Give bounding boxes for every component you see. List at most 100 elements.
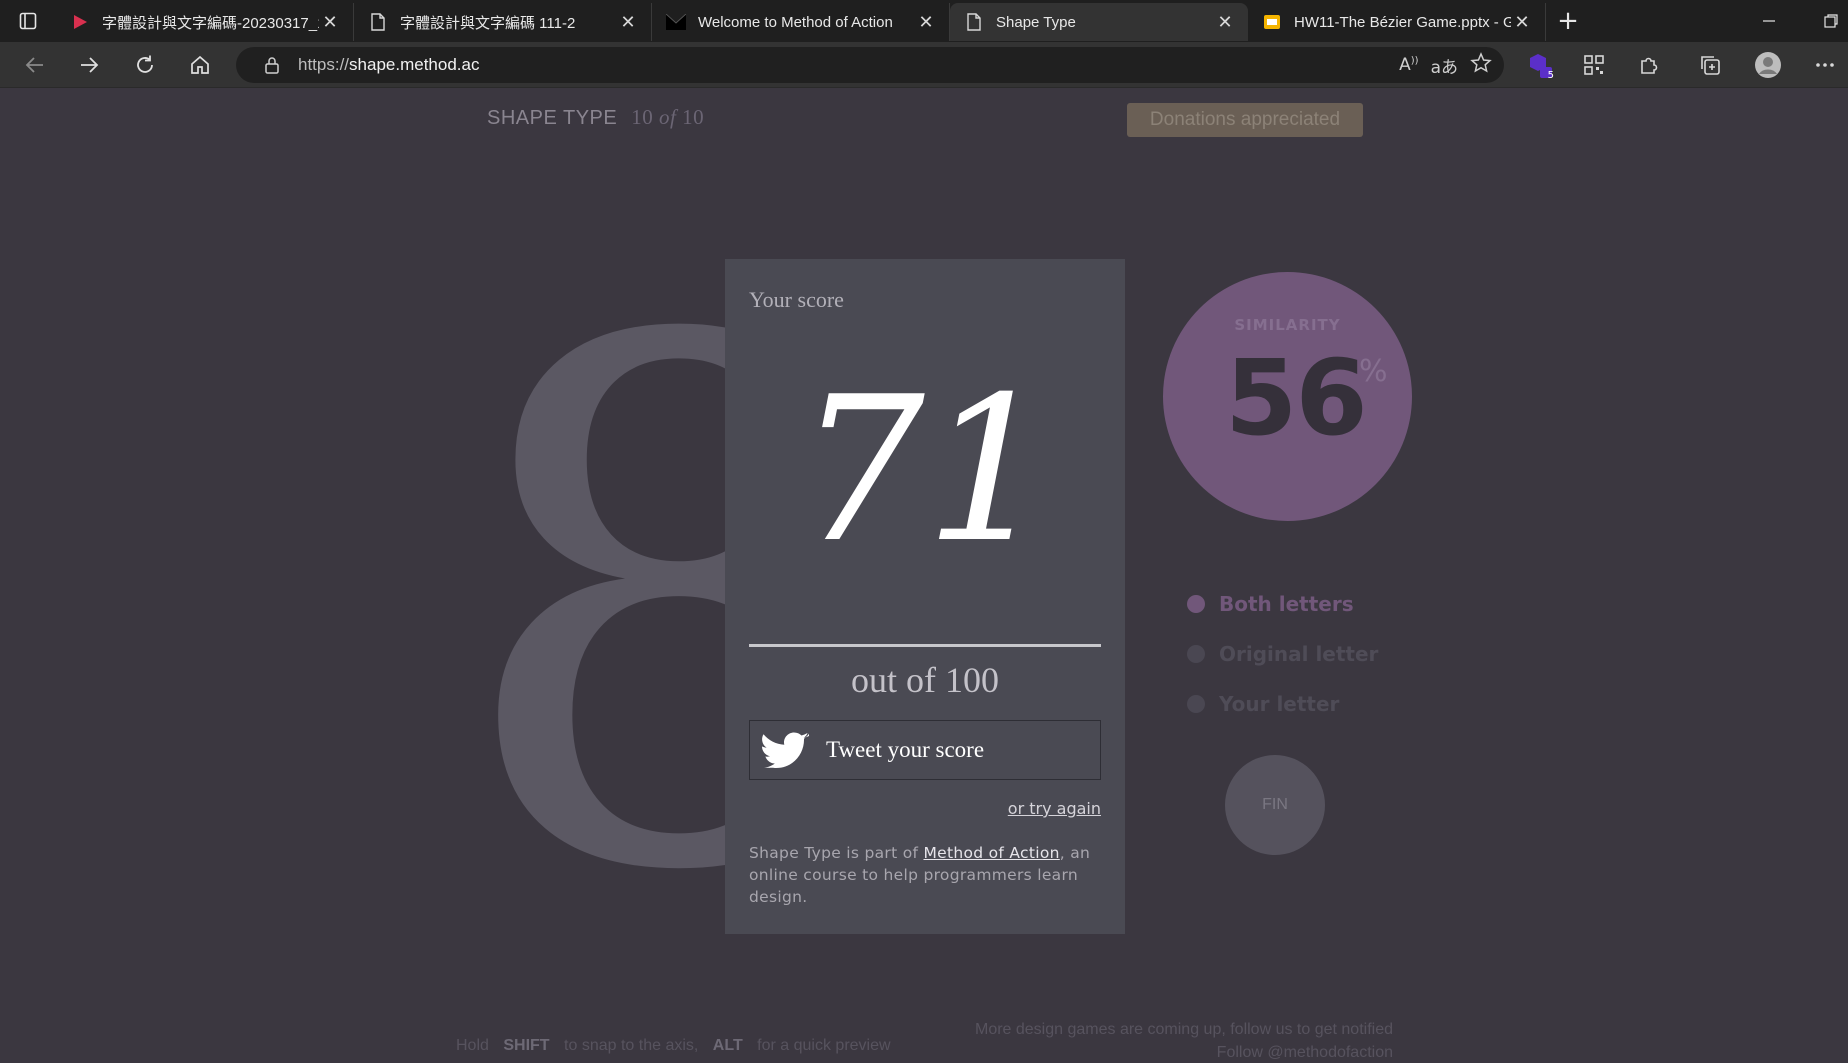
close-tab-icon[interactable]: ✕ bbox=[617, 12, 639, 33]
tab-course-page[interactable]: 字體設計與文字編碼 111-2 ✕ bbox=[354, 3, 652, 41]
arrow-left-icon bbox=[25, 57, 43, 73]
score-value: 71 bbox=[797, 354, 1053, 587]
legend-both-letters[interactable]: Both letters bbox=[1187, 579, 1378, 629]
close-tab-icon[interactable]: ✕ bbox=[1511, 12, 1533, 33]
score-label: Your score bbox=[749, 287, 844, 312]
score-divider bbox=[749, 644, 1101, 647]
slides-yellow-icon bbox=[1262, 12, 1282, 32]
tab-shape-type[interactable]: Shape Type ✕ bbox=[950, 3, 1248, 41]
legend-original-letter[interactable]: Original letter bbox=[1187, 629, 1378, 679]
follow-link[interactable]: Follow @methodofaction bbox=[975, 1041, 1393, 1063]
hint-preview: for a quick preview bbox=[757, 1037, 891, 1054]
method-of-action-link[interactable]: Method of Action bbox=[923, 844, 1059, 862]
tab-strip: 字體設計與文字編碼-20230317_1 ✕ 字體設計與文字編碼 111-2 ✕… bbox=[0, 0, 1848, 42]
donate-button[interactable]: Donations appreciated bbox=[1127, 103, 1363, 137]
extension-count-badge: 5 bbox=[1547, 70, 1554, 81]
legend-label: Your letter bbox=[1219, 692, 1340, 716]
restore-icon bbox=[1824, 14, 1838, 28]
brand-title: SHAPE TYPE bbox=[487, 107, 618, 129]
more-menu-button[interactable] bbox=[1810, 50, 1840, 80]
ellipsis-icon bbox=[1816, 63, 1834, 67]
score-panel: Your score 71 out of 100 Tweet your scor… bbox=[725, 259, 1125, 934]
play-red-icon bbox=[70, 12, 90, 32]
tab-title: Shape Type bbox=[996, 13, 1076, 31]
close-tab-icon[interactable]: ✕ bbox=[1214, 12, 1236, 33]
avatar-icon bbox=[1755, 52, 1781, 78]
tab-title: 字體設計與文字編碼 111-2 bbox=[400, 14, 576, 32]
score-out-of: out of 100 bbox=[851, 660, 999, 700]
similarity-badge: SIMILARITY 56 % bbox=[1163, 272, 1412, 521]
site-header: SHAPE TYPE 10 of 10 bbox=[487, 105, 704, 130]
restore-button[interactable] bbox=[1824, 0, 1838, 42]
fin-button[interactable]: FIN bbox=[1225, 755, 1325, 855]
shift-key-label: SHIFT bbox=[503, 1037, 550, 1054]
tweet-label: Tweet your score bbox=[826, 737, 985, 762]
tweet-score-button[interactable]: Tweet your score bbox=[749, 720, 1101, 780]
favorite-star-icon[interactable] bbox=[1470, 52, 1492, 78]
tab-title: 字體設計與文字編碼-20230317_1 bbox=[102, 14, 319, 32]
close-tab-icon[interactable]: ✕ bbox=[915, 12, 937, 33]
qr-code-icon bbox=[1584, 55, 1604, 75]
extension-badge-button[interactable]: 5 bbox=[1525, 50, 1555, 81]
collections-icon bbox=[1701, 56, 1720, 75]
read-aloud-icon[interactable]: A)) bbox=[1399, 55, 1418, 75]
minimize-icon bbox=[1763, 20, 1775, 22]
lock-icon bbox=[252, 56, 292, 74]
progress-total: 10 bbox=[682, 105, 705, 129]
view-toggle-legend: Both letters Original letter Your letter bbox=[1187, 579, 1378, 729]
tab-actions-button[interactable] bbox=[0, 0, 56, 42]
refresh-icon bbox=[137, 55, 153, 73]
legend-your-letter[interactable]: Your letter bbox=[1187, 679, 1378, 729]
similarity-unit: % bbox=[1359, 354, 1388, 389]
similarity-value: 56 bbox=[1225, 337, 1368, 459]
shape-type-page: SHAPE TYPE 10 of 10 Donations appreciated… bbox=[0, 89, 1848, 1063]
arrow-right-icon bbox=[81, 57, 99, 73]
tab-slides-video[interactable]: 字體設計與文字編碼-20230317_1 ✕ bbox=[56, 3, 354, 41]
collections-button[interactable] bbox=[1695, 50, 1725, 80]
radio-dot-icon bbox=[1187, 695, 1205, 713]
progress-current: 10 bbox=[631, 105, 654, 129]
forward-button[interactable] bbox=[72, 48, 106, 82]
tab-bezier-slides[interactable]: HW11-The Bézier Game.pptx - G ✕ bbox=[1248, 3, 1546, 41]
page-icon bbox=[964, 12, 984, 32]
radio-dot-icon bbox=[1187, 645, 1205, 663]
twitter-bird-icon bbox=[754, 731, 818, 769]
method-action-logo-icon bbox=[666, 12, 686, 32]
translate-icon[interactable]: aあ bbox=[1431, 53, 1458, 78]
legend-label: Original letter bbox=[1219, 642, 1379, 666]
hint-hold: Hold bbox=[456, 1037, 489, 1054]
close-tab-icon[interactable]: ✕ bbox=[319, 12, 341, 33]
tab-actions-icon bbox=[19, 12, 37, 30]
url-text: https://shape.method.ac bbox=[298, 55, 479, 75]
new-tab-button[interactable]: + bbox=[1546, 0, 1590, 42]
alt-key-label: ALT bbox=[712, 1037, 743, 1054]
radio-dot-icon bbox=[1187, 595, 1205, 613]
puzzle-icon bbox=[1641, 57, 1658, 74]
tab-title: HW11-The Bézier Game.pptx - G bbox=[1294, 13, 1511, 31]
profile-button[interactable] bbox=[1753, 50, 1783, 80]
home-button[interactable] bbox=[183, 48, 217, 82]
progress-counter: 10 of 10 bbox=[631, 105, 704, 129]
hint-snap: to snap to the axis, bbox=[564, 1037, 699, 1054]
back-button[interactable] bbox=[18, 48, 52, 82]
url-scheme: https:// bbox=[298, 55, 350, 74]
about-text: Shape Type is part of Method of Action, … bbox=[749, 842, 1101, 908]
address-bar[interactable]: https://shape.method.ac A)) aあ bbox=[236, 47, 1504, 83]
home-icon bbox=[191, 55, 209, 74]
tab-method-of-action[interactable]: Welcome to Method of Action ✕ bbox=[652, 3, 950, 41]
qr-code-button[interactable] bbox=[1579, 50, 1609, 80]
follow-notice: More design games are coming up, follow … bbox=[975, 1018, 1393, 1063]
progress-of: of bbox=[658, 105, 677, 129]
try-again-link[interactable]: or try again bbox=[1008, 799, 1101, 818]
navigation-bar: https://shape.method.ac A)) aあ 5 bbox=[0, 42, 1848, 88]
refresh-button[interactable] bbox=[128, 48, 162, 82]
keyboard-hint: Hold SHIFT to snap to the axis, ALT for … bbox=[456, 1037, 891, 1055]
similarity-label: SIMILARITY bbox=[1234, 316, 1341, 334]
minimize-button[interactable] bbox=[1762, 0, 1776, 42]
about-prefix: Shape Type is part of bbox=[749, 844, 924, 862]
extensions-button[interactable] bbox=[1634, 50, 1664, 80]
coming-soon-text: More design games are coming up, follow … bbox=[974, 1021, 1393, 1038]
page-icon bbox=[368, 12, 388, 32]
legend-label: Both letters bbox=[1219, 592, 1354, 616]
url-host: shape.method.ac bbox=[349, 55, 480, 74]
